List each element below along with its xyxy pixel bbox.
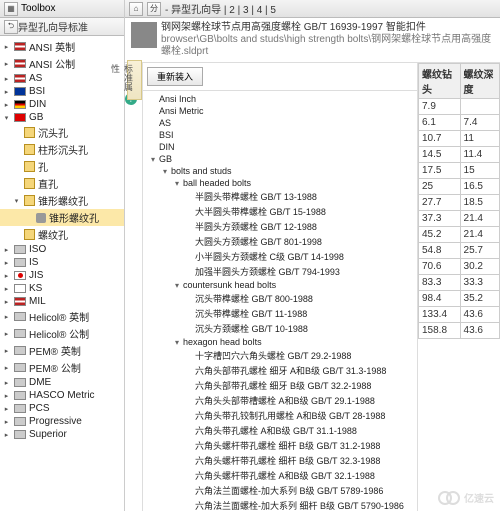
tree-item[interactable]: ▾GB <box>0 111 124 124</box>
tree-item[interactable]: ▸DIN <box>0 98 124 111</box>
std-item[interactable]: 六角头带孔铰制孔用螺栓 A和B级 GB/T 28-1988 <box>147 408 413 423</box>
std-item[interactable]: ▾GB <box>147 153 413 165</box>
tree-item[interactable]: ▸ANSI 英制 <box>0 38 124 55</box>
title-bar: ▦ Toolbox <box>0 0 124 18</box>
std-item[interactable]: 半圆头带榫螺栓 GB/T 13-1988 <box>147 189 413 204</box>
tree-item[interactable]: ▸DME <box>0 376 124 389</box>
tree-item[interactable]: ▸KS <box>0 282 124 295</box>
std-item[interactable]: 加强半圆头方颈螺栓 GB/T 794-1993 <box>147 264 413 279</box>
view-icon[interactable]: 分 <box>147 2 161 16</box>
part-icon <box>131 22 157 48</box>
tree-item[interactable]: ▸Helicol® 公制 <box>0 325 124 342</box>
tree-item[interactable]: ▸Progressive <box>0 415 124 428</box>
std-item[interactable]: 半圆头方颈螺栓 GB/T 12-1988 <box>147 219 413 234</box>
tree-item[interactable]: 孔 <box>0 158 124 175</box>
dimensions-table-panel: 螺纹钻头螺纹深度7.96.17.410.71114.511.417.515251… <box>418 63 500 511</box>
std-item[interactable]: 十字槽凹穴六角头螺栓 GB/T 29.2-1988 <box>147 348 413 363</box>
tree-item[interactable]: ▸IS <box>0 256 124 269</box>
std-item[interactable]: BSI <box>147 129 413 141</box>
tree-item[interactable]: ▸PEM® 公制 <box>0 359 124 376</box>
home-icon[interactable]: ⌂ <box>129 2 143 16</box>
window-title: Toolbox <box>21 3 55 14</box>
tree-item[interactable]: ▸ISO <box>0 243 124 256</box>
path-bar: 钢网架螺栓球节点用高强度螺栓 GB/T 16939-1997 智能扣件 brow… <box>125 18 500 63</box>
tree-item[interactable]: ▸JIS <box>0 269 124 282</box>
tree-item[interactable]: ▾锥形螺纹孔 <box>0 192 124 209</box>
std-item[interactable]: 沉头方颈螺栓 GB/T 10-1988 <box>147 321 413 336</box>
std-item[interactable]: 沉头带榫螺栓 GB/T 800-1988 <box>147 291 413 306</box>
std-item[interactable]: AS <box>147 117 413 129</box>
std-item[interactable]: 六角头部带孔螺栓 细牙 B级 GB/T 32.2-1988 <box>147 378 413 393</box>
table-row[interactable]: 27.718.5 <box>419 195 500 211</box>
std-item[interactable]: 六角头螺杆带孔螺栓 细杆 B级 GB/T 32.3-1988 <box>147 453 413 468</box>
top-toolbar: ⌂ 分 - 异型孔向导 | 2 | 3 | 4 | 5 <box>125 0 500 18</box>
std-item[interactable]: 沉头带榫螺栓 GB/T 11-1988 <box>147 306 413 321</box>
table-row[interactable]: 37.321.4 <box>419 211 500 227</box>
left-tree-header: ⮌ 异型孔向导标准 <box>0 18 124 36</box>
toolbox-icon: ▦ <box>4 2 18 16</box>
tree-item[interactable]: ▸ANSI 公制 <box>0 55 124 72</box>
std-item[interactable]: 六角头螺杆带孔螺栓 A和B级 GB/T 32.1-1988 <box>147 468 413 483</box>
table-row[interactable]: 83.333.3 <box>419 275 500 291</box>
dimensions-table[interactable]: 螺纹钻头螺纹深度7.96.17.410.71114.511.417.515251… <box>418 63 500 339</box>
table-row[interactable]: 54.825.7 <box>419 243 500 259</box>
table-row[interactable]: 158.843.6 <box>419 323 500 339</box>
tree-item[interactable]: ▸HASCO Metric <box>0 389 124 402</box>
table-row[interactable]: 45.221.4 <box>419 227 500 243</box>
tree-item[interactable]: 锥形螺纹孔 <box>0 209 124 226</box>
table-row[interactable]: 70.630.2 <box>419 259 500 275</box>
right-panel: ⌂ 分 - 异型孔向导 | 2 | 3 | 4 | 5 钢网架螺栓球节点用高强度… <box>125 0 500 511</box>
std-item[interactable]: DIN <box>147 141 413 153</box>
std-item[interactable]: 大半圆头带榫螺栓 GB/T 15-1988 <box>147 204 413 219</box>
std-item[interactable]: 六角法兰面螺栓-加大系列 细杆 B级 GB/T 5790-1986 <box>147 498 413 511</box>
table-row[interactable]: 133.443.6 <box>419 307 500 323</box>
standards-tree[interactable]: ▸ANSI 英制▸ANSI 公制▸AS▸BSI▸DIN▾GB沉头孔柱形沉头孔孔直… <box>0 36 124 511</box>
table-row[interactable]: 17.515 <box>419 163 500 179</box>
std-item[interactable]: ▾bolts and studs <box>147 165 413 177</box>
std-item[interactable]: 小半圆头方颈螺栓 C级 GB/T 14-1998 <box>147 249 413 264</box>
table-row[interactable]: 98.435.2 <box>419 291 500 307</box>
std-item[interactable]: 六角头带孔螺栓 A和B级 GB/T 31.1-1988 <box>147 423 413 438</box>
left-panel: ▦ Toolbox ⮌ 异型孔向导标准 ▸ANSI 英制▸ANSI 公制▸AS▸… <box>0 0 125 511</box>
std-item[interactable]: ▾hexagon head bolts <box>147 336 413 348</box>
std-item[interactable]: Ansi Inch <box>147 93 413 105</box>
std-item[interactable]: 六角头螺杆带孔螺栓 细杆 B级 GB/T 31.2-1988 <box>147 438 413 453</box>
path-title: 钢网架螺栓球节点用高强度螺栓 GB/T 16939-1997 智能扣件 <box>161 22 494 34</box>
table-row[interactable]: 10.711 <box>419 131 500 147</box>
back-icon[interactable]: ⮌ <box>4 20 18 34</box>
tree-item[interactable]: 沉头孔 <box>0 124 124 141</box>
tree-item[interactable]: 螺纹孔 <box>0 226 124 243</box>
table-row[interactable]: 6.17.4 <box>419 115 500 131</box>
std-item[interactable]: 六角头头部带槽螺栓 A和B级 GB/T 29.1-1988 <box>147 393 413 408</box>
std-item[interactable]: ▾ball headed bolts <box>147 177 413 189</box>
table-row[interactable]: 14.511.4 <box>419 147 500 163</box>
tree-item[interactable]: ▸Helicol® 英制 <box>0 308 124 325</box>
path-sub: browser\GB\bolts and studs\high strength… <box>161 34 494 58</box>
tree-item[interactable]: ▸BSI <box>0 85 124 98</box>
tree-item[interactable]: ▸PCS <box>0 402 124 415</box>
std-item[interactable]: 六角法兰面螺栓-加大系列 B级 GB/T 5789-1986 <box>147 483 413 498</box>
refresh-button[interactable]: 重新装入 <box>147 67 203 86</box>
std-item[interactable]: 大圆头方颈螺栓 GB/T 801-1998 <box>147 234 413 249</box>
tree-item[interactable]: 柱形沉头孔 <box>0 141 124 158</box>
tree-item[interactable]: ▸Superior <box>0 428 124 441</box>
tabs-label: - 异型孔向导 | 2 | 3 | 4 | 5 <box>165 1 276 16</box>
table-row[interactable]: 7.9 <box>419 99 500 115</box>
std-item[interactable]: Ansi Metric <box>147 105 413 117</box>
standards-detail-tree[interactable]: Ansi InchAnsi MetricASBSIDIN▾GB▾bolts an… <box>143 90 417 511</box>
tree-item[interactable]: ▸AS <box>0 72 124 85</box>
tree-item[interactable]: ▸MIL <box>0 295 124 308</box>
std-item[interactable]: 六角头部带孔螺栓 细牙 A和B级 GB/T 31.3-1988 <box>147 363 413 378</box>
properties-tab[interactable]: 标准属性 <box>127 60 142 100</box>
std-item[interactable]: ▾countersunk head bolts <box>147 279 413 291</box>
table-row[interactable]: 2516.5 <box>419 179 500 195</box>
tree-item[interactable]: ▸PEM® 英制 <box>0 342 124 359</box>
tree-item[interactable]: 直孔 <box>0 175 124 192</box>
